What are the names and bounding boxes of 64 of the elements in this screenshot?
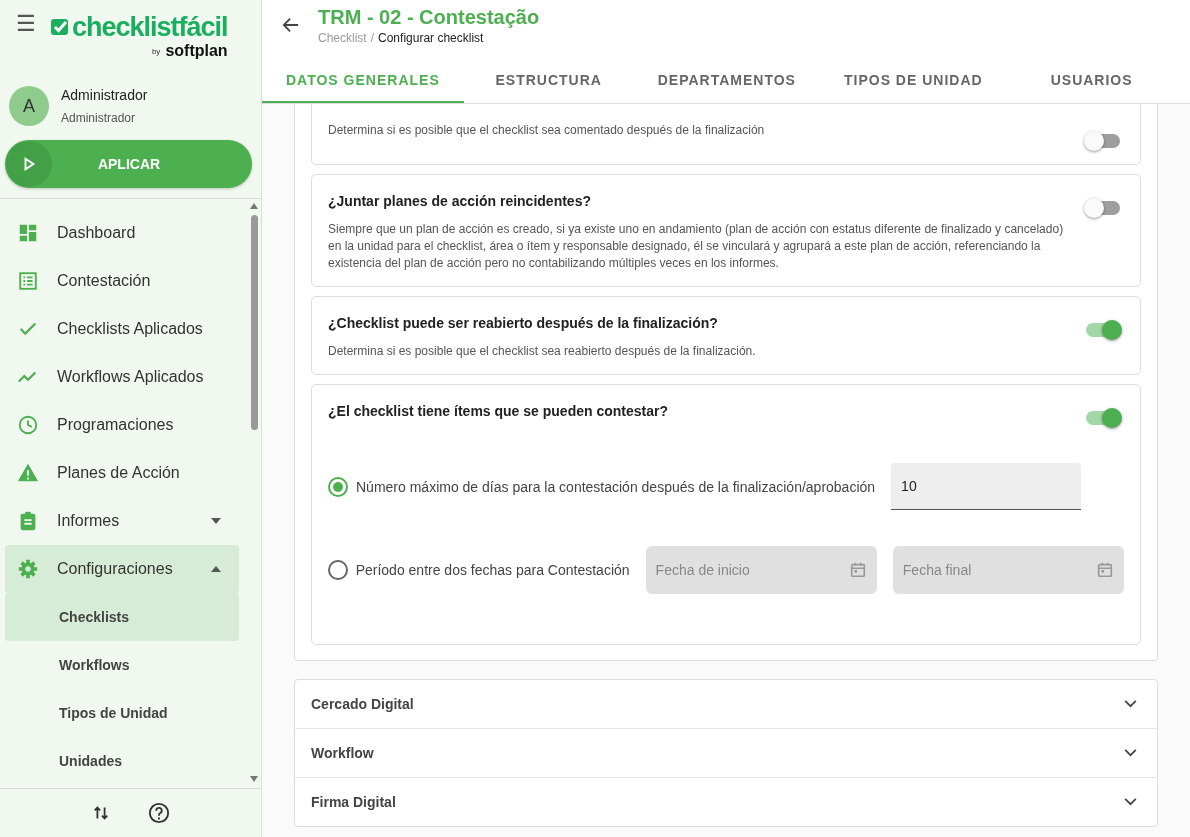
scroll-down-icon[interactable] xyxy=(250,776,258,782)
nav-subitem[interactable]: Unidades xyxy=(5,737,239,785)
tab[interactable]: TIPOS DE UNIDAD xyxy=(819,59,1007,103)
nav-subitem[interactable]: Workflows xyxy=(5,641,239,689)
accordion-header[interactable]: Cercado Digital xyxy=(295,680,1157,728)
play-icon xyxy=(6,141,52,187)
scroll-thumb[interactable] xyxy=(250,215,258,430)
caret-icon xyxy=(211,566,221,572)
user-role: Administrador xyxy=(61,111,137,125)
chevron-icon xyxy=(1124,798,1137,806)
nav-item[interactable]: Configuraciones xyxy=(5,545,239,593)
back-arrow-icon[interactable] xyxy=(282,16,300,34)
warning-icon xyxy=(17,462,39,484)
sort-icon[interactable] xyxy=(91,804,110,822)
breadcrumb-separator: / xyxy=(370,31,375,45)
toggle-switch[interactable] xyxy=(1084,407,1120,427)
breadcrumb-current: Configurar checklist xyxy=(378,31,484,45)
toggle-switch[interactable] xyxy=(1084,319,1120,339)
nav-item[interactable]: Planes de Acción xyxy=(5,449,239,497)
nav-item[interactable]: Checklists Aplicados xyxy=(5,305,239,353)
logo-brand: softplan xyxy=(165,42,228,60)
caret-icon xyxy=(211,518,221,524)
nav-item[interactable]: Workflows Aplicados xyxy=(5,353,239,401)
nav-subitem[interactable]: Tipos de Unidad xyxy=(5,689,239,737)
setting-description: Siempre que un plan de acción es creado, si ya existe uno en andamiento (plan de acción con estatus diferente de finalizado y cancelado) en la unidad para el checklist, área o ítem y responsable designado, él se vinculará y agrupará a este plan de acción, referenciando la existencia del plan de acción pero no contabilizando múltiples veces en los informes. xyxy=(328,221,1065,272)
list-icon xyxy=(17,270,39,292)
nav-item[interactable]: Dashboard xyxy=(5,209,239,257)
avatar: A xyxy=(9,86,49,126)
radio-button[interactable] xyxy=(328,560,348,580)
setting-title: ¿Checklist puede ser reabierto después de la finalización? xyxy=(328,315,719,331)
tab[interactable]: DEPARTAMENTOS xyxy=(633,59,820,103)
page-title: TRM - 02 - Contestação xyxy=(318,6,540,29)
clock-icon xyxy=(17,414,39,436)
nav-item[interactable]: Programaciones xyxy=(5,401,239,449)
input-field[interactable]: 10 xyxy=(891,463,1082,510)
gear-icon xyxy=(17,558,39,580)
option-label: Período entre dos fechas para Contestación xyxy=(355,562,630,578)
calendar-icon xyxy=(1096,561,1114,579)
radio-button[interactable] xyxy=(328,476,348,497)
tab[interactable]: USUARIOS xyxy=(1006,59,1177,103)
chevron-icon xyxy=(1124,700,1137,708)
logo-name: checklistfácil xyxy=(72,12,228,42)
toggle-switch[interactable] xyxy=(1084,130,1120,150)
user-name: Administrador xyxy=(61,87,148,103)
tab[interactable]: ESTRUCTURA xyxy=(463,59,634,103)
dashboard-icon xyxy=(17,222,39,244)
logo-by: by xyxy=(151,46,161,56)
setting-description: Determina si es posible que el checklist sea comentado después de la finalización xyxy=(328,122,766,139)
accordion-header[interactable]: Workflow xyxy=(295,728,1157,777)
menu-button[interactable]: ☰ xyxy=(16,12,36,36)
nav-subitem[interactable]: Checklists xyxy=(5,593,239,641)
toggle-switch[interactable] xyxy=(1084,197,1120,217)
option-label: Número máximo de días para la contestación después de la finalización/aprobación xyxy=(356,478,876,495)
nav-item[interactable]: Informes xyxy=(5,497,239,545)
calendar-icon xyxy=(848,561,867,579)
accordion-header[interactable]: Firma Digital xyxy=(295,777,1157,826)
setting-title: ¿El checklist tiene ítems que se pueden contestar? xyxy=(328,403,669,419)
scroll-up-icon[interactable] xyxy=(250,203,258,209)
chevron-icon xyxy=(1124,749,1137,757)
setting-title: ¿Juntar planes de acción reincidentes? xyxy=(328,193,592,209)
checkbox-logo-icon xyxy=(50,17,70,37)
setting-description: Determina si es posible que el checklist sea reabierto después de la finalización. xyxy=(328,343,757,360)
nav-item[interactable]: Contestación xyxy=(5,257,239,305)
help-icon[interactable] xyxy=(147,802,170,824)
